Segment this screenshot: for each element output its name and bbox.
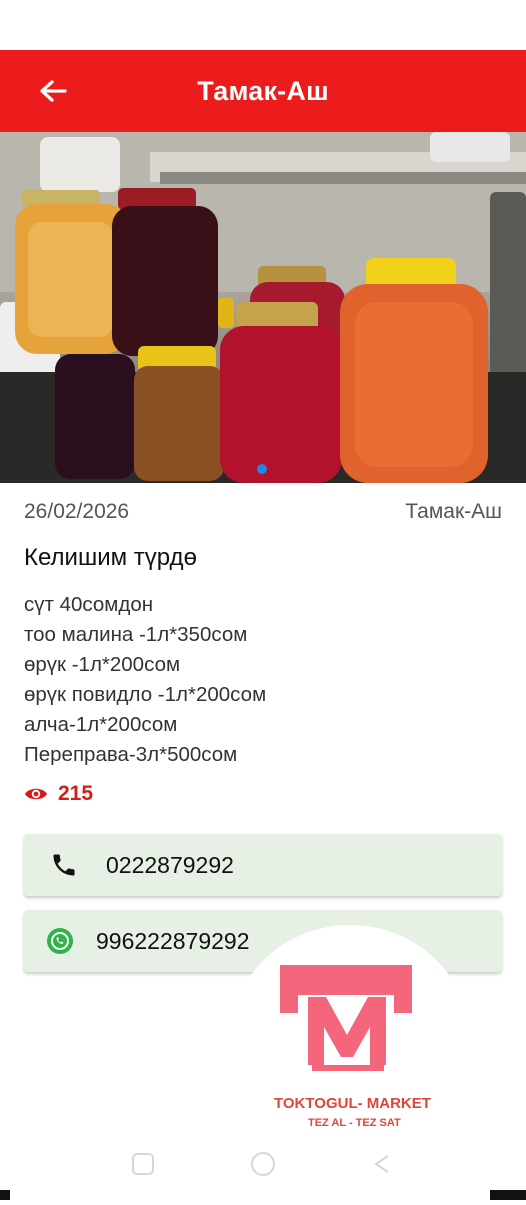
views-count: 215 xyxy=(58,782,94,805)
post-category: Тамак-Аш xyxy=(405,500,502,523)
status-bar xyxy=(0,0,526,50)
whatsapp-number: 996222879292 xyxy=(96,927,250,954)
watermark-logo: TOKTOGUL- MARKET TEZ AL - TEZ SAT xyxy=(230,925,470,1155)
app-bar: Тамак-Аш xyxy=(0,50,526,132)
description-line: алча-1л*200сом xyxy=(24,713,178,736)
jars-image xyxy=(0,132,526,483)
description-line: өрүк -1л*200сом xyxy=(24,653,181,676)
description-line: сүт 40сомдон xyxy=(24,593,154,616)
svg-text:TOKTOGUL- MARKET: TOKTOGUL- MARKET xyxy=(274,1095,431,1112)
toktogul-market-logo: TOKTOGUL- MARKET TEZ AL - TEZ SAT xyxy=(274,965,431,1129)
whatsapp-icon xyxy=(47,928,73,954)
description-line: өрүк повидло -1л*200сом xyxy=(24,683,267,706)
svg-text:TEZ AL - TEZ SAT: TEZ AL - TEZ SAT xyxy=(308,1117,401,1129)
post-meta: 26/02/2026 Тамак-Аш xyxy=(24,498,502,526)
views-counter: 215 xyxy=(24,782,93,806)
arrow-left-icon xyxy=(40,80,67,102)
gallery-indicator-dot[interactable] xyxy=(257,464,267,474)
phone-icon xyxy=(53,854,75,876)
post-title: Келишим түрдө xyxy=(24,544,197,571)
back-button[interactable] xyxy=(30,68,76,114)
page-title: Тамак-Аш xyxy=(197,75,329,106)
post-description: сүт 40сомдон тоо малина -1л*350сом өрүк … xyxy=(24,590,266,770)
phone-contact-button[interactable]: 0222879292 xyxy=(24,834,502,896)
phone-number: 0222879292 xyxy=(106,851,234,878)
product-photo[interactable] xyxy=(0,132,526,483)
screen-bottom-edge-gap xyxy=(10,1190,490,1200)
description-line: Переправа-3л*500сом xyxy=(24,743,238,766)
post-date: 26/02/2026 xyxy=(24,500,130,523)
eye-icon xyxy=(25,788,47,800)
description-line: тоо малина -1л*350сом xyxy=(24,623,248,646)
